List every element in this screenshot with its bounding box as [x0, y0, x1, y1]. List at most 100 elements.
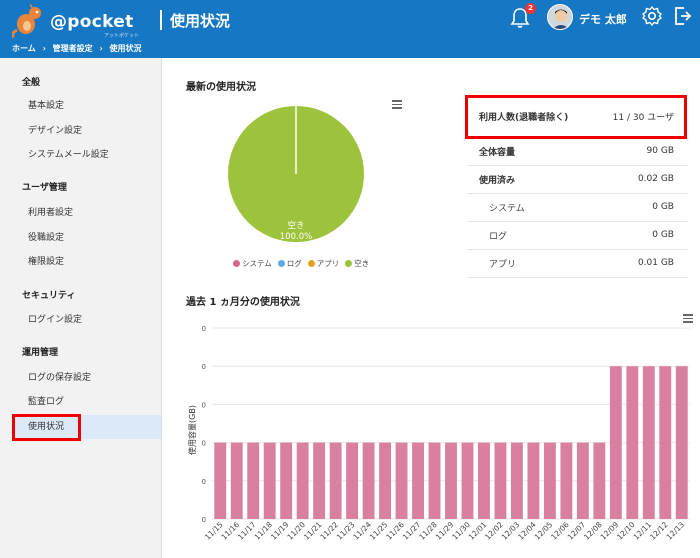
- pie-data-label-name: 空き: [287, 220, 304, 231]
- y-tick-label: 0: [202, 478, 206, 486]
- table-row: システム 0 GB: [467, 193, 688, 222]
- bar-11-19[interactable]: [280, 442, 293, 519]
- bar-11-25[interactable]: [379, 442, 392, 519]
- bar-12-01[interactable]: [478, 442, 490, 519]
- latest-usage-title: 最新の使用状況: [186, 82, 256, 93]
- bar-11-24[interactable]: [362, 442, 375, 519]
- bar-12-05[interactable]: [543, 442, 556, 519]
- bar-11-30[interactable]: [461, 442, 474, 519]
- bar-12-07[interactable]: [576, 442, 589, 519]
- highlight-box-user-count: [465, 95, 687, 139]
- table-row: アプリ 0.01 GB: [467, 249, 688, 278]
- bar-12-11[interactable]: [642, 366, 655, 519]
- bar-11-28[interactable]: [428, 442, 441, 519]
- bar-12-04[interactable]: [527, 442, 540, 519]
- bar-11-27[interactable]: [412, 442, 424, 519]
- brand-subtitle: アットポケット: [104, 33, 140, 39]
- row-value-app: 0.01 GB: [592, 249, 688, 278]
- gear-icon[interactable]: [641, 5, 663, 27]
- bar-11-21[interactable]: [313, 442, 326, 519]
- sidebar-item-log-retention-settings[interactable]: ログの保存設定: [14, 366, 161, 390]
- row-value-system: 0 GB: [592, 193, 688, 222]
- user-name[interactable]: デモ 太郎: [579, 11, 627, 27]
- legend-label: 空き: [354, 259, 370, 268]
- legend-item-app[interactable]: アプリ: [307, 258, 340, 269]
- table-row: 使用済み 0.02 GB: [467, 165, 688, 194]
- bar-12-13[interactable]: [675, 366, 688, 519]
- legend-label: アプリ: [316, 259, 340, 268]
- y-tick-label: 0: [202, 363, 206, 371]
- bar-11-22[interactable]: [329, 442, 342, 519]
- bar-11-20[interactable]: [296, 442, 309, 519]
- kangaroo-logo-icon: [12, 4, 41, 38]
- legend-dot: [345, 260, 353, 267]
- sidebar-item-permission-settings[interactable]: 権限設定: [14, 250, 161, 274]
- breadcrumb-home[interactable]: ホーム: [12, 44, 36, 53]
- app-logo[interactable]: @pocket アットポケット: [12, 4, 162, 39]
- legend-item-log[interactable]: ログ: [277, 258, 302, 269]
- legend-item-free[interactable]: 空き: [345, 258, 369, 269]
- table-row: ログ 0 GB: [467, 221, 688, 250]
- sidebar-item-user-settings[interactable]: 利用者設定: [14, 201, 161, 225]
- y-axis-label: 使用容量(GB): [187, 405, 197, 455]
- logout-icon[interactable]: [674, 6, 692, 26]
- table-row: 全体容量 90 GB: [467, 137, 688, 166]
- breadcrumb-admin-settings[interactable]: 管理者設定: [53, 44, 93, 53]
- y-tick-label: 0: [202, 516, 206, 524]
- y-tick-label: 0: [202, 440, 206, 448]
- brand-name: @pocket: [50, 12, 134, 32]
- bar-12-08[interactable]: [593, 442, 606, 519]
- row-value-log: 0 GB: [592, 221, 688, 250]
- bar-12-09[interactable]: [609, 366, 622, 519]
- x-axis-ticks: 11/1511/1611/1711/1811/1911/2011/2111/22…: [203, 520, 686, 542]
- sidebar-section-security: セキュリティ: [22, 291, 76, 301]
- sidebar-item-audit-log[interactable]: 監査ログ: [14, 390, 161, 414]
- bar-12-10[interactable]: [626, 366, 639, 519]
- legend-dot: [277, 260, 285, 267]
- breadcrumb: ホーム › 管理者設定 › 使用状況: [12, 43, 146, 54]
- bar-11-23[interactable]: [346, 442, 359, 519]
- bar-12-03[interactable]: [510, 442, 523, 519]
- bar-11-26[interactable]: [395, 442, 408, 519]
- bar-11-29[interactable]: [445, 442, 457, 519]
- sidebar-item-design-settings[interactable]: デザイン設定: [14, 119, 161, 143]
- bar-11-16[interactable]: [230, 442, 243, 519]
- row-label-app: アプリ: [467, 249, 593, 278]
- x-tick-label: 12/13: [665, 520, 687, 542]
- user-avatar-icon: [548, 5, 572, 29]
- chart-menu-icon[interactable]: [392, 100, 402, 109]
- bar-12-12[interactable]: [659, 366, 672, 519]
- sidebar-section-general: 全般: [22, 78, 41, 88]
- bar-11-15[interactable]: [214, 442, 227, 519]
- breadcrumb-current: 使用状況: [109, 44, 142, 53]
- legend-dot: [233, 260, 240, 267]
- legend-label: システム: [242, 259, 272, 268]
- breadcrumb-separator: ›: [42, 44, 46, 53]
- sidebar-section-operations: 運用管理: [22, 348, 59, 358]
- sidebar-item-basic-settings[interactable]: 基本設定: [14, 94, 161, 118]
- highlight-box-sidebar: [12, 414, 81, 441]
- legend-item-system[interactable]: システム: [233, 258, 272, 269]
- notification-badge: 2: [525, 3, 536, 14]
- sidebar-item-system-mail-settings[interactable]: システムメール設定: [14, 143, 161, 167]
- sidebar-section-user-management: ユーザ管理: [22, 183, 67, 193]
- sidebar-item-position-settings[interactable]: 役職設定: [14, 226, 161, 250]
- bar-12-02[interactable]: [494, 442, 507, 519]
- sidebar-item-login-settings[interactable]: ログイン設定: [14, 308, 161, 332]
- legend-dot: [307, 260, 315, 267]
- row-value-total-capacity: 90 GB: [592, 137, 688, 166]
- bar-12-06[interactable]: [560, 442, 573, 519]
- avatar[interactable]: [547, 4, 573, 30]
- sidebar: 全般 基本設定 デザイン設定 システムメール設定 ユーザ管理 利用者設定 役職設…: [0, 58, 162, 558]
- bar-series: [214, 366, 688, 519]
- y-tick-label: 0: [202, 325, 206, 333]
- breadcrumb-separator: ›: [99, 44, 103, 53]
- row-label-total-capacity: 全体容量: [467, 137, 593, 166]
- bar-11-18[interactable]: [263, 442, 276, 519]
- y-tick-label: 0: [202, 401, 206, 409]
- monthly-usage-bar-chart: 0 0 0 0 0 0 11/1511/1611/1711/1811/1911/2011/…: [187, 325, 690, 542]
- usage-pie-chart: 空き 100.0%: [228, 106, 364, 242]
- header-divider: [160, 10, 162, 30]
- row-label-system: システム: [467, 193, 593, 222]
- bar-11-17[interactable]: [247, 442, 260, 519]
